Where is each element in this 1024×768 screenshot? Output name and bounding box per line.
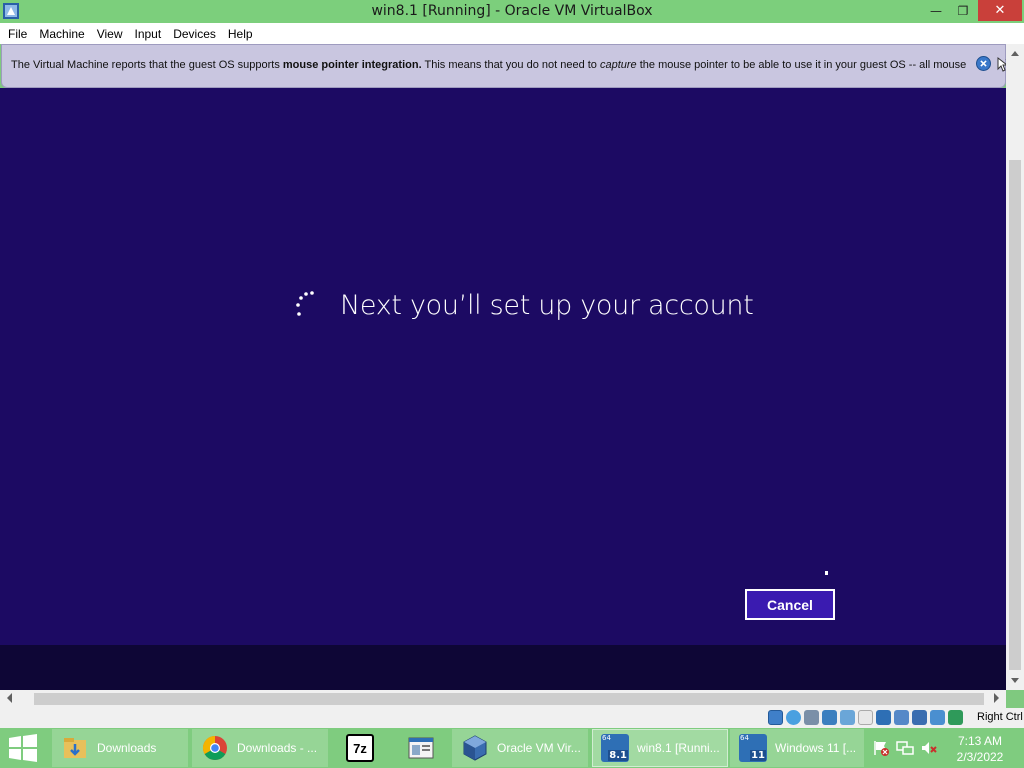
minimize-button[interactable]: — bbox=[922, 0, 950, 21]
loading-spinner-icon bbox=[296, 291, 314, 316]
vm-win81-icon: 64 8.1 bbox=[601, 734, 629, 762]
7zip-icon: 7z bbox=[346, 734, 374, 762]
shared-folders-icon[interactable] bbox=[858, 710, 873, 725]
taskbar-item-virtualbox-manager[interactable]: Oracle VM Vir... bbox=[452, 729, 588, 767]
taskbar-item-label: Downloads bbox=[97, 741, 157, 755]
taskbar-item-win11-vm[interactable]: 64 11 Windows 11 [... bbox=[730, 729, 864, 767]
menu-view[interactable]: View bbox=[92, 27, 128, 41]
scroll-down-icon[interactable] bbox=[1010, 676, 1020, 686]
cancel-button[interactable]: Cancel bbox=[745, 589, 835, 620]
close-button[interactable]: ✕ bbox=[978, 0, 1022, 21]
volume-muted-icon[interactable] bbox=[920, 739, 938, 757]
taskbar-clock[interactable]: 7:13 AM 2/3/2022 bbox=[950, 733, 1010, 765]
taskbar-item-7zip[interactable]: 7z bbox=[333, 729, 387, 767]
taskbar-item-label: Windows 11 [... bbox=[775, 741, 857, 755]
clock-time: 7:13 AM bbox=[957, 734, 1003, 748]
host-key-label: Right Ctrl bbox=[977, 711, 1023, 723]
vm-win11-icon: 64 11 bbox=[739, 734, 767, 762]
taskbar-item-label: Oracle VM Vir... bbox=[497, 741, 581, 755]
taskbar-item-chrome-downloads[interactable]: Downloads - ... bbox=[192, 729, 328, 767]
windows-start-icon[interactable] bbox=[8, 734, 38, 762]
folder-icon bbox=[64, 738, 86, 758]
scroll-right-icon[interactable] bbox=[992, 691, 1002, 705]
menu-file[interactable]: File bbox=[3, 27, 32, 41]
scroll-left-icon[interactable] bbox=[4, 691, 14, 705]
mouse-integration-status-icon[interactable] bbox=[930, 710, 945, 725]
network-tray-icon[interactable] bbox=[896, 739, 914, 757]
vertical-scroll-thumb[interactable] bbox=[1009, 160, 1021, 670]
system-tray bbox=[872, 739, 938, 757]
taskbar-item-label: Downloads - ... bbox=[237, 741, 318, 755]
taskbar-item-downloads-folder[interactable]: Downloads bbox=[52, 729, 188, 767]
document-viewer-icon bbox=[408, 737, 434, 759]
virtualization-icon[interactable] bbox=[912, 710, 927, 725]
menu-help[interactable]: Help bbox=[223, 27, 258, 41]
setup-heading: Next you’ll set up your account bbox=[340, 290, 754, 321]
horizontal-scroll-thumb[interactable] bbox=[34, 693, 984, 705]
audio-icon[interactable] bbox=[804, 710, 819, 725]
window-title: win8.1 [Running] - Oracle VM VirtualBox bbox=[371, 3, 653, 19]
usb-icon[interactable] bbox=[840, 710, 855, 725]
optical-drive-icon[interactable] bbox=[786, 710, 801, 725]
host-key-icon[interactable] bbox=[948, 710, 963, 725]
menu-devices[interactable]: Devices bbox=[168, 27, 221, 41]
taskbar-item-label: win8.1 [Runni... bbox=[637, 741, 720, 755]
chrome-icon bbox=[202, 736, 227, 761]
guest-screen-bottom-band bbox=[0, 645, 1006, 690]
mouse-integration-notice: The Virtual Machine reports that the gue… bbox=[1, 44, 1012, 88]
taskbar-item-document-viewer[interactable] bbox=[394, 729, 448, 767]
restore-button[interactable]: ❐ bbox=[950, 0, 976, 21]
network-icon[interactable] bbox=[822, 710, 837, 725]
display-icon[interactable] bbox=[876, 710, 891, 725]
taskbar-item-win81-vm[interactable]: 64 8.1 win8.1 [Runni... bbox=[592, 729, 728, 767]
window-titlebar[interactable]: win8.1 [Running] - Oracle VM VirtualBox … bbox=[0, 0, 1024, 23]
notice-close-icon[interactable] bbox=[976, 56, 991, 71]
virtualbox-icon bbox=[463, 735, 487, 761]
hard-disk-icon[interactable] bbox=[768, 710, 783, 725]
menu-input[interactable]: Input bbox=[130, 27, 167, 41]
status-indicators bbox=[768, 710, 963, 725]
video-capture-icon[interactable] bbox=[894, 710, 909, 725]
clock-date: 2/3/2022 bbox=[956, 750, 1004, 764]
menu-machine[interactable]: Machine bbox=[34, 27, 89, 41]
action-center-flag-icon[interactable] bbox=[872, 739, 890, 757]
notice-message: The Virtual Machine reports that the gue… bbox=[11, 59, 967, 71]
menu-bar: File Machine View Input Devices Help bbox=[0, 23, 1024, 44]
guest-screen[interactable] bbox=[0, 88, 1006, 645]
scroll-up-icon[interactable] bbox=[1010, 48, 1020, 58]
mouse-cursor bbox=[825, 571, 828, 575]
